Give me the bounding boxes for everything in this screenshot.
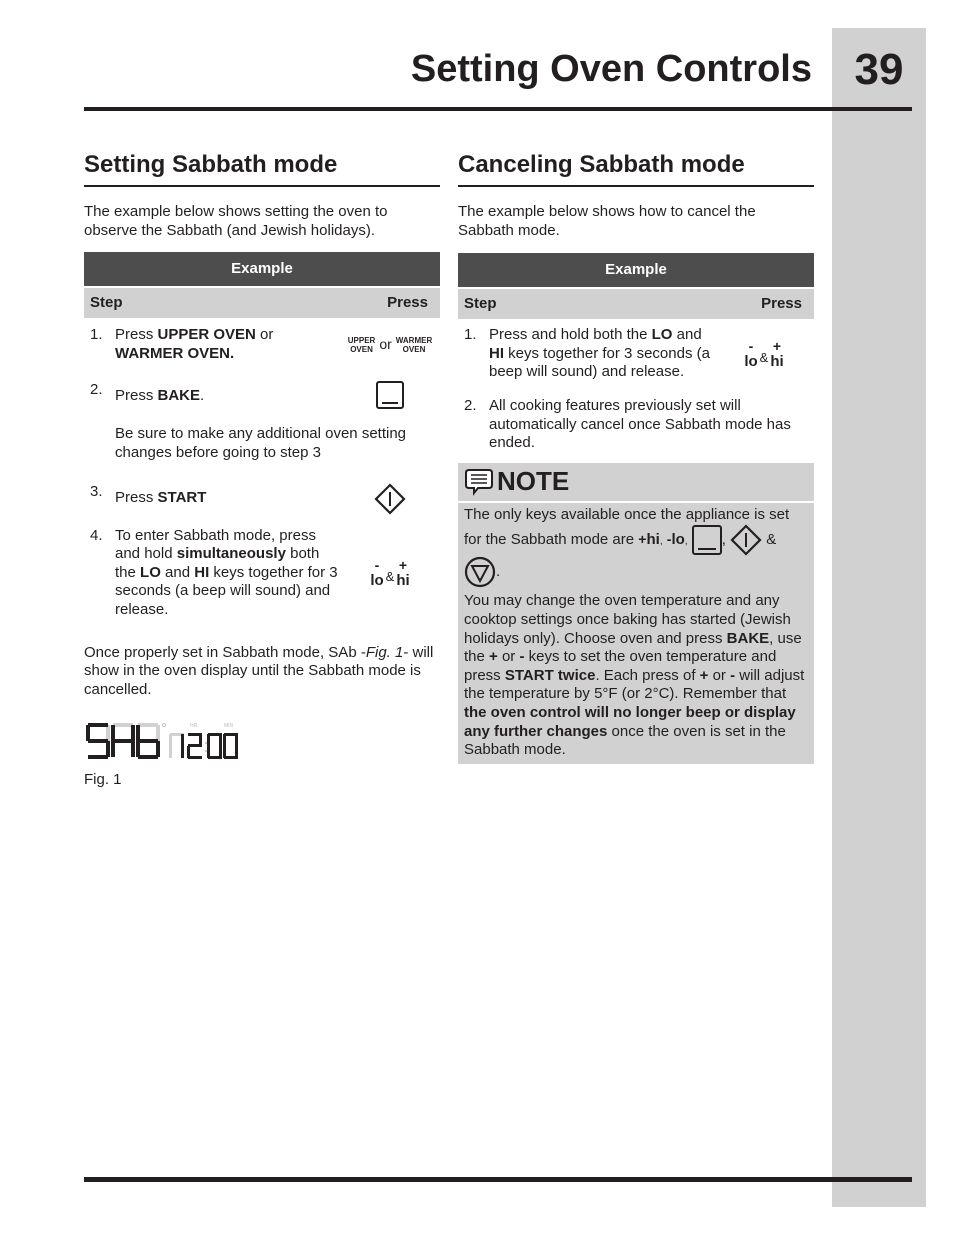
min-label: MIN [224,723,234,729]
start-key-icon [730,524,762,556]
example-table: Example Step Press 1. Press and hold bot… [458,253,814,453]
table-title: Example [84,252,440,287]
step-text: Press START [115,488,207,506]
step-note: Be sure to make any additional oven sett… [115,425,407,461]
or-label: or [379,336,392,353]
page-side-tab [832,28,926,1207]
footer-rule [84,1177,912,1182]
note-title: NOTE [497,466,570,497]
page-title: Setting Oven Controls [410,48,812,90]
col-step-header: Step [90,294,123,312]
note-header: NOTE [458,463,814,503]
lo-hi-keys-icon: - + lo & hi [370,557,410,590]
example-table: Example Step Press 1. Press UPPER OVEN o… [84,252,440,619]
table-row: 2. All cooking features previously set w… [458,397,814,453]
lo-hi-keys-icon: - + lo & hi [744,338,784,371]
step-text: Press UPPER OVEN or WARMER OVEN. [115,326,274,362]
warmer-oven-key-icon: WARMER OVEN [395,335,433,354]
table-row: 2. Press BAKE. [84,381,440,410]
seven-segment-display-icon: HR MIN [86,723,238,760]
col-press-header: Press [761,295,802,313]
col-step-header: Step [464,295,497,313]
section-intro: The example below shows how to cancel th… [458,203,756,239]
section-heading: Canceling Sabbath mode [458,150,814,187]
table-title: Example [458,253,814,288]
table-row: 1. Press UPPER OVEN or WARMER OVEN. UPPE… [84,326,440,363]
page-number: 39 [854,45,904,94]
step-number: 3. [90,482,103,500]
setting-sabbath-section: Setting Sabbath mode The example below s… [84,150,440,790]
table-row: 3. Press START [84,483,440,515]
section-heading: Setting Sabbath mode [84,150,440,187]
upper-oven-key-icon: UPPER OVEN [347,335,376,354]
press-keys: UPPER OVEN or WARMER OVEN [340,326,440,363]
cancel-key-icon [464,557,496,588]
canceling-sabbath-section: Canceling Sabbath mode The example below… [458,150,814,764]
step-number: 1. [464,326,477,344]
start-key-icon [374,483,406,515]
note-box: NOTE The only keys available once the ap… [458,462,814,764]
bake-key-icon [376,381,404,410]
col-press-header: Press [387,294,428,312]
press-keys: - + lo & hi [340,527,440,620]
header-rule [84,107,912,111]
sabbath-display-figure: HR MIN [84,719,440,763]
table-header: Step Press [458,287,814,320]
note-paragraph-keys: The only keys available once the applian… [464,506,808,589]
step-text: All cooking features previously set will… [489,396,791,452]
step-number: 4. [90,526,103,544]
step-text: Press BAKE. [115,387,205,405]
figure-caption: Fig. 1 [84,771,122,789]
note-body: The only keys available once the applian… [458,503,814,764]
step-number: 2. [90,381,103,399]
step-number: 2. [464,396,477,414]
press-keys [340,483,440,515]
press-keys [340,381,440,410]
table-row: 4. To enter Sabbath mode, press and hold… [84,527,440,620]
step-text: To enter Sabbath mode, press and hold si… [115,526,338,618]
bake-key-icon [691,525,722,556]
press-keys: - + lo & hi [714,326,814,382]
note-paragraph-temperature: You may change the oven temperature and … [464,592,805,759]
hr-label: HR [190,723,198,729]
table-row: 1. Press and hold both the LO and HI key… [458,326,814,382]
lo-key-icon: -lo, [666,530,688,548]
sabbath-display-description: Once properly set in Sabbath mode, SAb -… [84,643,434,698]
step-text: Press and hold both the LO and HI keys t… [489,326,710,381]
hi-key-icon: +hi, [638,530,663,548]
step-number: 1. [90,326,103,344]
note-speech-bubble-icon [465,468,493,496]
table-header: Step Press [84,286,440,319]
section-intro: The example below shows setting the oven… [84,203,388,239]
